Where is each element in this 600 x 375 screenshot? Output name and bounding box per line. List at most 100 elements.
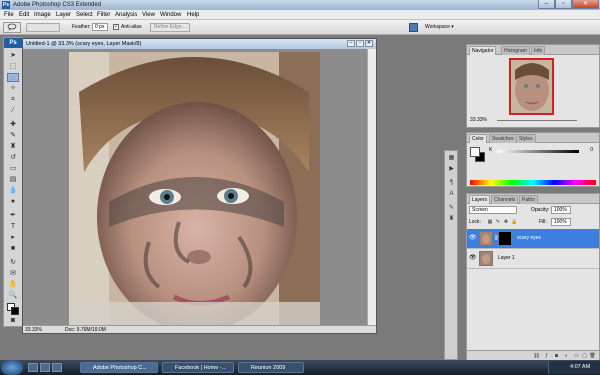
magic-wand-tool-icon[interactable]: ✧ bbox=[7, 84, 19, 93]
start-button[interactable] bbox=[1, 360, 23, 375]
eraser-tool-icon[interactable]: ▭ bbox=[7, 164, 19, 173]
tab-paths[interactable]: Paths bbox=[519, 195, 538, 204]
document-vertical-scrollbar[interactable] bbox=[367, 49, 376, 325]
tab-layers[interactable]: Layers bbox=[469, 195, 491, 204]
layer-row-scary-eyes[interactable]: 👁 ⛓ scary eyes bbox=[467, 229, 599, 249]
taskbar-clock[interactable]: 4:07 AM bbox=[570, 363, 590, 372]
paragraph-panel-icon[interactable]: ¶ bbox=[447, 179, 456, 188]
tab-info[interactable]: Info bbox=[531, 46, 546, 55]
new-layer-icon[interactable]: ▢ bbox=[581, 353, 588, 359]
switch-windows-icon[interactable] bbox=[52, 363, 62, 372]
layer-name[interactable]: scary eyes bbox=[517, 235, 541, 242]
new-group-icon[interactable]: ▭ bbox=[573, 353, 580, 359]
navigator-zoom-slider[interactable] bbox=[497, 120, 577, 121]
lock-pixels-icon[interactable]: ✎ bbox=[495, 219, 501, 225]
gradient-tool-icon[interactable]: ▤ bbox=[7, 175, 19, 184]
visibility-eye-icon[interactable]: 👁 bbox=[469, 255, 477, 262]
tab-histogram[interactable]: Histogram bbox=[501, 46, 530, 55]
menu-select[interactable]: Select bbox=[76, 11, 93, 19]
type-tool-icon[interactable]: T bbox=[7, 222, 19, 231]
color-channel-slider[interactable] bbox=[497, 150, 579, 153]
fill-input[interactable]: 100% bbox=[551, 218, 571, 226]
visibility-eye-icon[interactable]: 👁 bbox=[469, 235, 477, 242]
doc-close-button[interactable]: ✕ bbox=[365, 40, 373, 47]
shape-tool-icon[interactable]: ■ bbox=[7, 244, 19, 253]
link-layers-icon[interactable]: ⛓ bbox=[533, 353, 540, 359]
path-selection-tool-icon[interactable]: ▸ bbox=[7, 233, 19, 242]
dodge-tool-icon[interactable]: ● bbox=[7, 197, 19, 206]
notes-tool-icon[interactable]: ✉ bbox=[7, 269, 19, 278]
quick-mask-icon[interactable]: ◙ bbox=[7, 317, 19, 324]
clone-stamp-tool-icon[interactable]: ♜ bbox=[7, 142, 19, 151]
minimize-button[interactable]: – bbox=[538, 0, 555, 9]
tab-channels[interactable]: Channels bbox=[491, 195, 519, 204]
show-desktop-icon[interactable] bbox=[28, 363, 38, 372]
ie-quicklaunch-icon[interactable] bbox=[40, 363, 50, 372]
history-brush-tool-icon[interactable]: ↺ bbox=[7, 153, 19, 162]
lock-position-icon[interactable]: ✥ bbox=[503, 219, 509, 225]
taskbar-item-facebook[interactable]: Facebook | Home -... bbox=[162, 362, 234, 373]
clone-source-panel-icon[interactable]: ♜ bbox=[447, 215, 456, 224]
tab-navigator[interactable]: Navigator bbox=[469, 46, 497, 55]
layer-mask-thumbnail[interactable] bbox=[498, 231, 512, 246]
history-panel-icon[interactable]: ▦ bbox=[447, 154, 456, 163]
opacity-input[interactable]: 100% bbox=[551, 206, 571, 214]
menu-filter[interactable]: Filter bbox=[97, 11, 110, 19]
selection-mode-buttons[interactable] bbox=[26, 23, 60, 32]
document-size-info[interactable]: Doc: 9.76M/19.0M bbox=[65, 326, 106, 334]
tool-preset-picker[interactable] bbox=[3, 22, 21, 33]
menu-window[interactable]: Window bbox=[160, 11, 181, 19]
menu-help[interactable]: Help bbox=[187, 11, 199, 19]
eyedropper-tool-icon[interactable]: ⁄ bbox=[7, 106, 19, 115]
tab-styles[interactable]: Styles bbox=[516, 134, 536, 143]
color-foreground-swatch[interactable] bbox=[470, 147, 480, 157]
tab-swatches[interactable]: Swatches bbox=[489, 134, 517, 143]
layer-style-icon[interactable]: ƒ bbox=[543, 353, 550, 359]
delete-layer-icon[interactable]: 🗑 bbox=[589, 353, 596, 359]
image-canvas[interactable] bbox=[69, 52, 320, 325]
close-button[interactable]: ✕ bbox=[572, 0, 599, 9]
color-channel-value[interactable]: 0 bbox=[581, 147, 593, 154]
refine-edge-button[interactable]: Refine Edge... bbox=[150, 23, 190, 32]
bridge-icon[interactable] bbox=[409, 23, 418, 32]
document-zoom-field[interactable]: 33.33% bbox=[25, 326, 42, 334]
doc-minimize-button[interactable]: – bbox=[347, 40, 355, 47]
lasso-tool-icon[interactable]: ◌ bbox=[7, 73, 19, 82]
blur-tool-icon[interactable]: 💧 bbox=[7, 186, 19, 195]
maximize-button[interactable]: ▫ bbox=[555, 0, 572, 9]
actions-panel-icon[interactable]: ▶ bbox=[447, 165, 456, 174]
tab-color[interactable]: Color bbox=[469, 134, 487, 143]
brush-tool-icon[interactable]: ✎ bbox=[7, 131, 19, 140]
background-color-swatch[interactable] bbox=[11, 307, 19, 315]
doc-maximize-button[interactable]: ▫ bbox=[356, 40, 364, 47]
antialias-checkbox[interactable]: ✓ bbox=[113, 24, 119, 30]
add-mask-icon[interactable]: ◙ bbox=[553, 353, 560, 359]
zoom-tool-icon[interactable]: 🔍 bbox=[7, 291, 19, 300]
healing-brush-tool-icon[interactable]: ✚ bbox=[7, 120, 19, 129]
taskbar-item-photoshop[interactable]: Adobe Photoshop C... bbox=[80, 362, 158, 373]
menu-edit[interactable]: Edit bbox=[19, 11, 29, 19]
menu-view[interactable]: View bbox=[142, 11, 155, 19]
navigator-zoom-value[interactable]: 33.33% bbox=[470, 117, 487, 124]
feather-input[interactable]: 0 px bbox=[92, 23, 108, 31]
menu-analysis[interactable]: Analysis bbox=[115, 11, 137, 19]
navigator-thumbnail[interactable] bbox=[509, 58, 554, 115]
hand-tool-icon[interactable]: ✋ bbox=[7, 280, 19, 289]
blend-mode-select[interactable]: Screen bbox=[469, 206, 517, 214]
menu-layer[interactable]: Layer bbox=[56, 11, 71, 19]
layer-row-layer-1[interactable]: 👁 Layer 1 bbox=[467, 249, 599, 269]
3d-rotate-tool-icon[interactable]: ↻ bbox=[7, 258, 19, 267]
menu-file[interactable]: File bbox=[4, 11, 14, 19]
adjustment-layer-icon[interactable]: ◐ bbox=[563, 353, 570, 359]
menu-image[interactable]: Image bbox=[34, 11, 51, 19]
move-tool-icon[interactable]: ➤ bbox=[7, 51, 19, 60]
character-panel-icon[interactable]: A bbox=[447, 190, 456, 199]
color-spectrum-bar[interactable] bbox=[470, 180, 596, 185]
workspace-button[interactable]: Workspace ▾ bbox=[425, 23, 454, 32]
taskbar-item-reunion-2009[interactable]: Reunion 2009 bbox=[238, 362, 304, 373]
pen-tool-icon[interactable]: ✒ bbox=[7, 211, 19, 220]
layer-name[interactable]: Layer 1 bbox=[498, 255, 515, 262]
brushes-panel-icon[interactable]: ✎ bbox=[447, 204, 456, 213]
lock-all-icon[interactable]: 🔒 bbox=[511, 219, 517, 225]
marquee-tool-icon[interactable]: ⬚ bbox=[7, 62, 19, 71]
